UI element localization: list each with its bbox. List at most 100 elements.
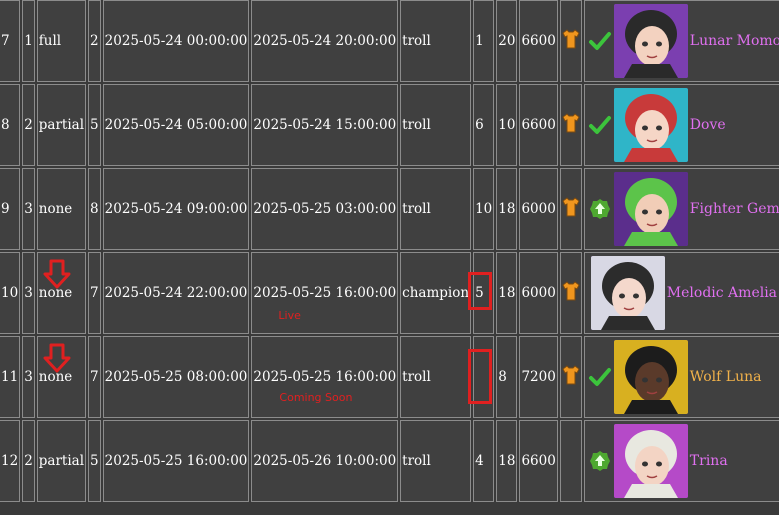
row-index: 11 [1,369,19,385]
shirt-icon [562,197,580,221]
end-datetime-cell: 2025-05-25 03:00:00 [251,168,399,250]
completion-mode-cell: full [36,0,87,82]
value-b: 18 [498,453,516,469]
points-value: 7200 [521,369,556,385]
step-count-cell: 7 [88,252,101,334]
girl-name-link[interactable]: Dove [690,117,726,133]
value-b: 8 [498,369,507,385]
girl-portrait[interactable] [590,256,665,330]
points-value-cell: 6600 [519,420,558,502]
completion-mode: none [38,201,73,217]
down-arrow-icon [42,259,72,293]
end-datetime: 2025-05-25 03:00:00 [253,201,397,217]
value-a-cell: 4 [473,420,495,502]
table-body: 7 1 full 2 2025-05-24 00:00:00 2025-05-24 20:… [0,0,779,502]
points-value: 6600 [521,117,556,133]
row-index-cell: 10 [0,252,21,334]
step-count-cell: 7 [88,336,101,418]
shirt-icon [562,113,580,137]
step-count-cell: 2 [88,0,101,82]
girl-name-link[interactable]: Fighter Gemini [690,201,779,217]
value-a-cell: 10 [473,168,495,250]
points-value-cell: 7200 [519,336,558,418]
shirt-icon [562,365,580,389]
value-a-cell: 5 [468,252,495,334]
shirt-icon [562,29,580,53]
value-a-cell: 1 [473,0,495,82]
completion-mode-cell: partial [36,420,87,502]
end-datetime-cell: 2025-05-24 20:00:00 [251,0,399,82]
table-row: 8 2 partial 5 2025-05-24 05:00:00 2025-05-24 … [0,84,779,166]
tier-number: 1 [24,33,33,49]
outfit-cell [559,336,582,418]
step-count: 5 [90,453,99,469]
tier-number-cell: 3 [22,252,35,334]
step-count: 2 [90,33,99,49]
completion-mode-cell: none [36,168,87,250]
outfit-cell [559,168,582,250]
points-value: 6600 [521,33,556,49]
value-a: 4 [475,453,484,469]
girl-name-link[interactable]: Lunar Momoko [690,33,779,49]
completion-mode-cell: none [36,252,87,334]
opponent-type-cell: troll [400,336,472,418]
check-icon [588,29,612,53]
start-datetime-cell: 2025-05-24 22:00:00 [102,252,250,334]
start-datetime: 2025-05-25 08:00:00 [104,369,248,385]
status-label: Live [278,309,301,322]
completion-mode: full [38,33,62,49]
girl-cell: Lunar Momoko [583,0,779,82]
value-a: 1 [475,33,484,49]
step-count-cell: 5 [88,84,101,166]
value-b: 20 [498,33,516,49]
tier-number: 2 [24,453,33,469]
opponent-type-cell: troll [400,0,472,82]
value-a-cell: 6 [473,84,495,166]
value-b-cell: 8 [496,336,518,418]
row-index-cell: 7 [0,0,21,82]
end-datetime: 2025-05-25 16:00:00 [253,369,397,385]
step-count-cell: 5 [88,420,101,502]
tier-number: 3 [24,285,33,301]
row-index: 10 [1,285,19,301]
row-index: 7 [1,33,10,49]
row-index: 8 [1,117,10,133]
opponent-type: troll [402,453,431,469]
value-b: 18 [498,201,516,217]
shirt-icon [562,281,580,305]
girl-portrait[interactable] [613,4,688,78]
opponent-type: champion [402,285,470,301]
table-row: 10 3 none 7 2025-05-24 22:00:00 2025-05-25 16… [0,252,779,334]
girl-portrait[interactable] [613,424,688,498]
table-row: 7 1 full 2 2025-05-24 00:00:00 2025-05-24 20:… [0,0,779,82]
step-count: 7 [90,369,99,385]
start-datetime: 2025-05-24 09:00:00 [104,201,248,217]
end-datetime: 2025-05-26 10:00:00 [253,453,397,469]
points-value: 6000 [521,201,556,217]
end-datetime: 2025-05-25 16:00:00 [253,285,397,301]
girl-portrait[interactable] [613,172,688,246]
points-value-cell: 6000 [519,168,558,250]
end-datetime: 2025-05-24 15:00:00 [253,117,397,133]
tier-number-cell: 3 [22,336,35,418]
value-b: 10 [498,117,516,133]
girl-name-link[interactable]: Melodic Amelia [667,285,777,301]
start-datetime-cell: 2025-05-24 00:00:00 [102,0,250,82]
table-row: 12 2 partial 5 2025-05-25 16:00:00 2025-05-26… [0,420,779,502]
upgrade-icon [588,197,612,221]
girl-name-link[interactable]: Trina [690,453,728,469]
opponent-type: troll [402,117,431,133]
girl-portrait[interactable] [613,340,688,414]
highlight-box [468,272,493,310]
girl-portrait[interactable] [613,88,688,162]
row-index-cell: 9 [0,168,21,250]
value-a-cell [468,336,495,418]
status-label: Coming Soon [279,391,353,404]
girl-name-link[interactable]: Wolf Luna [690,369,762,385]
tier-number-cell: 2 [22,84,35,166]
start-datetime: 2025-05-24 22:00:00 [104,285,248,301]
value-b-cell: 20 [496,0,518,82]
value-b-cell: 10 [496,84,518,166]
value-b: 18 [498,285,516,301]
start-datetime-cell: 2025-05-25 08:00:00 [102,336,250,418]
